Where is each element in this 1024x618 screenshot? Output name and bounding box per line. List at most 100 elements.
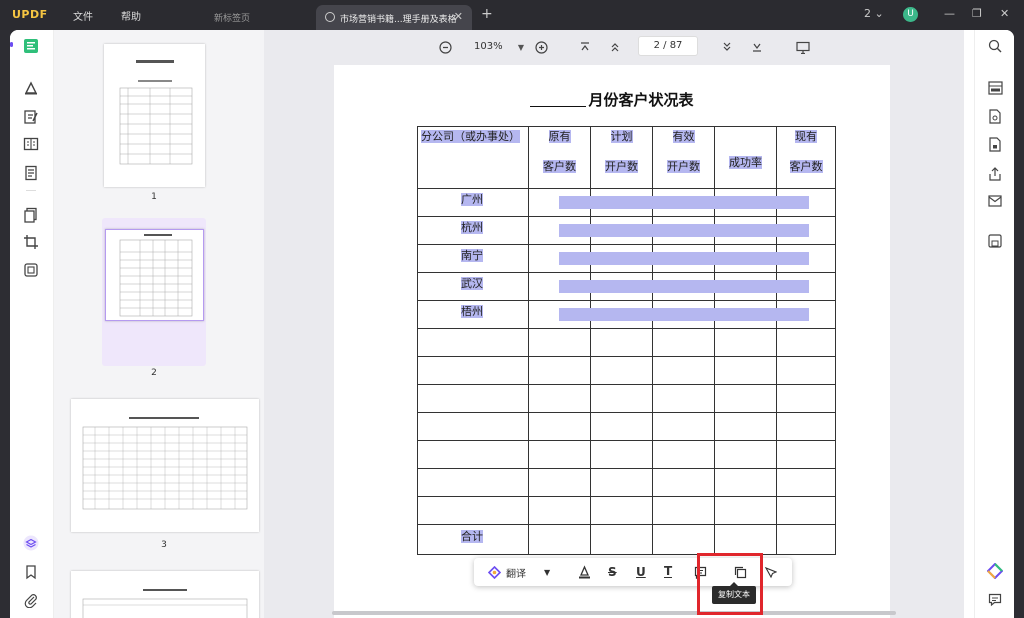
attachment-icon[interactable] (23, 592, 39, 608)
table-cell (528, 300, 809, 329)
window-count[interactable]: 2 ⌄ (864, 7, 884, 20)
squiggly-text-icon[interactable]: T (664, 564, 673, 578)
branch-name: 武汉 (461, 277, 483, 290)
table-cell (714, 412, 777, 441)
bookmark-icon[interactable] (23, 564, 39, 580)
translate-button[interactable]: 翻译 (506, 564, 526, 580)
menu-help[interactable]: 帮助 (121, 8, 141, 23)
thumbnail-label-3: 3 (161, 540, 167, 550)
restore-icon[interactable]: ❐ (972, 7, 982, 20)
table-cell (528, 188, 809, 217)
table-cell (714, 384, 777, 413)
table-cell (652, 524, 715, 555)
tab-new[interactable]: 新标签页 (214, 11, 250, 24)
table-row: 南宁 (417, 244, 836, 273)
reader-mode-icon[interactable] (23, 38, 39, 54)
total-pages: 87 (669, 40, 683, 51)
total-label-cell: 合计 (417, 524, 529, 555)
table-cell (528, 272, 809, 301)
table-cell (590, 496, 653, 525)
table-cell (714, 468, 777, 497)
thumbnail-page-2[interactable] (105, 229, 204, 321)
thumbnail-page-3-preview (82, 417, 248, 510)
ocr-icon[interactable] (23, 262, 39, 278)
branch-cell (417, 384, 529, 413)
branch-cell (417, 496, 529, 525)
layers-icon[interactable] (23, 535, 39, 551)
close-tab-icon[interactable]: ✕ (454, 10, 463, 23)
search-icon[interactable] (987, 38, 1003, 54)
zoom-in-icon[interactable] (534, 40, 548, 54)
table-row: 武汉 (417, 272, 836, 301)
previous-page-icon[interactable] (608, 40, 622, 54)
thumbnail-page-1[interactable] (104, 44, 205, 187)
table-cell (590, 412, 653, 441)
thumbnail-page-3[interactable] (71, 399, 259, 532)
table-cell (776, 244, 836, 273)
ai-translate-icon[interactable] (488, 564, 501, 580)
customer-status-table: 分公司（或办事处） 原有 客户数 计划 开户数 有效 开户数 成功率 现有 客户… (417, 126, 836, 555)
branch-cell: 杭州 (417, 216, 529, 245)
thumbnail-page-4[interactable] (71, 571, 259, 618)
table-cell (652, 216, 715, 245)
first-page-icon[interactable] (578, 40, 592, 54)
pdf-page[interactable]: 月份客户状况表 分公司（或办事处） 原有 客户数 计划 开户数 有效 开户数 成… (334, 65, 890, 618)
zoom-out-icon[interactable] (438, 40, 452, 54)
table-cell (776, 300, 836, 329)
table-cell (652, 356, 715, 385)
add-tab-button[interactable]: + (481, 6, 493, 22)
edit-pdf-icon[interactable] (23, 109, 39, 125)
thumbnail-panel: 1 2 3 (54, 30, 264, 618)
document-viewer[interactable]: 103% ▼ 2 / 87 月份客户状况表 分公司（或办事处） 原有 客户数 计… (264, 30, 964, 618)
tab-document[interactable]: 市场营销书籍...理手册及表格 ✕ (316, 5, 472, 30)
page-indicator[interactable]: 2 / 87 (638, 36, 698, 56)
protect-pdf-icon[interactable] (987, 136, 1003, 152)
menu-file[interactable]: 文件 (73, 8, 93, 23)
avatar[interactable]: U (903, 7, 918, 22)
last-page-icon[interactable] (750, 40, 764, 54)
table-cell (714, 244, 777, 273)
branch-cell (417, 328, 529, 357)
comment-mode-icon[interactable] (23, 80, 39, 96)
page-view-icon[interactable] (23, 136, 39, 152)
zoom-level[interactable]: 103% (474, 41, 503, 52)
more-tools-icon[interactable] (764, 564, 777, 580)
table-cell (776, 412, 836, 441)
share-icon[interactable] (987, 166, 1003, 182)
convert-pdf-icon[interactable] (987, 108, 1003, 124)
viewer-toolbar: 103% ▼ 2 / 87 (264, 30, 964, 64)
updf-logo[interactable]: UPDF (12, 8, 48, 21)
form-icon[interactable] (23, 165, 39, 181)
save-icon[interactable] (987, 233, 1003, 249)
strikethrough-icon[interactable]: S (608, 564, 617, 580)
table-cell (590, 188, 653, 217)
table-cell (652, 440, 715, 469)
header-branch: 分公司（或办事处） (417, 126, 529, 189)
table-cell (776, 328, 836, 357)
minimize-icon[interactable]: — (944, 7, 955, 20)
ai-assistant-icon[interactable] (987, 563, 1003, 579)
horizontal-scrollbar[interactable] (332, 611, 896, 615)
email-icon[interactable] (987, 193, 1003, 209)
zoom-dropdown-icon[interactable]: ▼ (514, 40, 528, 54)
crop-icon[interactable] (23, 234, 39, 250)
table-cell (776, 188, 836, 217)
organize-pages-icon[interactable] (23, 207, 39, 223)
presentation-icon[interactable] (796, 40, 810, 54)
underline-icon[interactable]: U (636, 564, 646, 580)
header-current-customers: 现有 客户数 (776, 126, 836, 189)
table-cell (776, 272, 836, 301)
table-cell (590, 216, 653, 245)
current-page[interactable]: 2 (654, 40, 660, 51)
table-cell (714, 440, 777, 469)
close-window-icon[interactable]: ✕ (1000, 7, 1009, 20)
table-cell (528, 356, 591, 385)
active-indicator (10, 42, 13, 47)
table-cell (528, 468, 591, 497)
comments-panel-icon[interactable] (987, 592, 1003, 608)
ocr-text-icon[interactable] (987, 80, 1003, 96)
table-cell (652, 384, 715, 413)
translate-dropdown-icon[interactable]: ▼ (544, 564, 550, 580)
next-page-icon[interactable] (720, 40, 734, 54)
highlight-icon[interactable] (578, 564, 591, 580)
